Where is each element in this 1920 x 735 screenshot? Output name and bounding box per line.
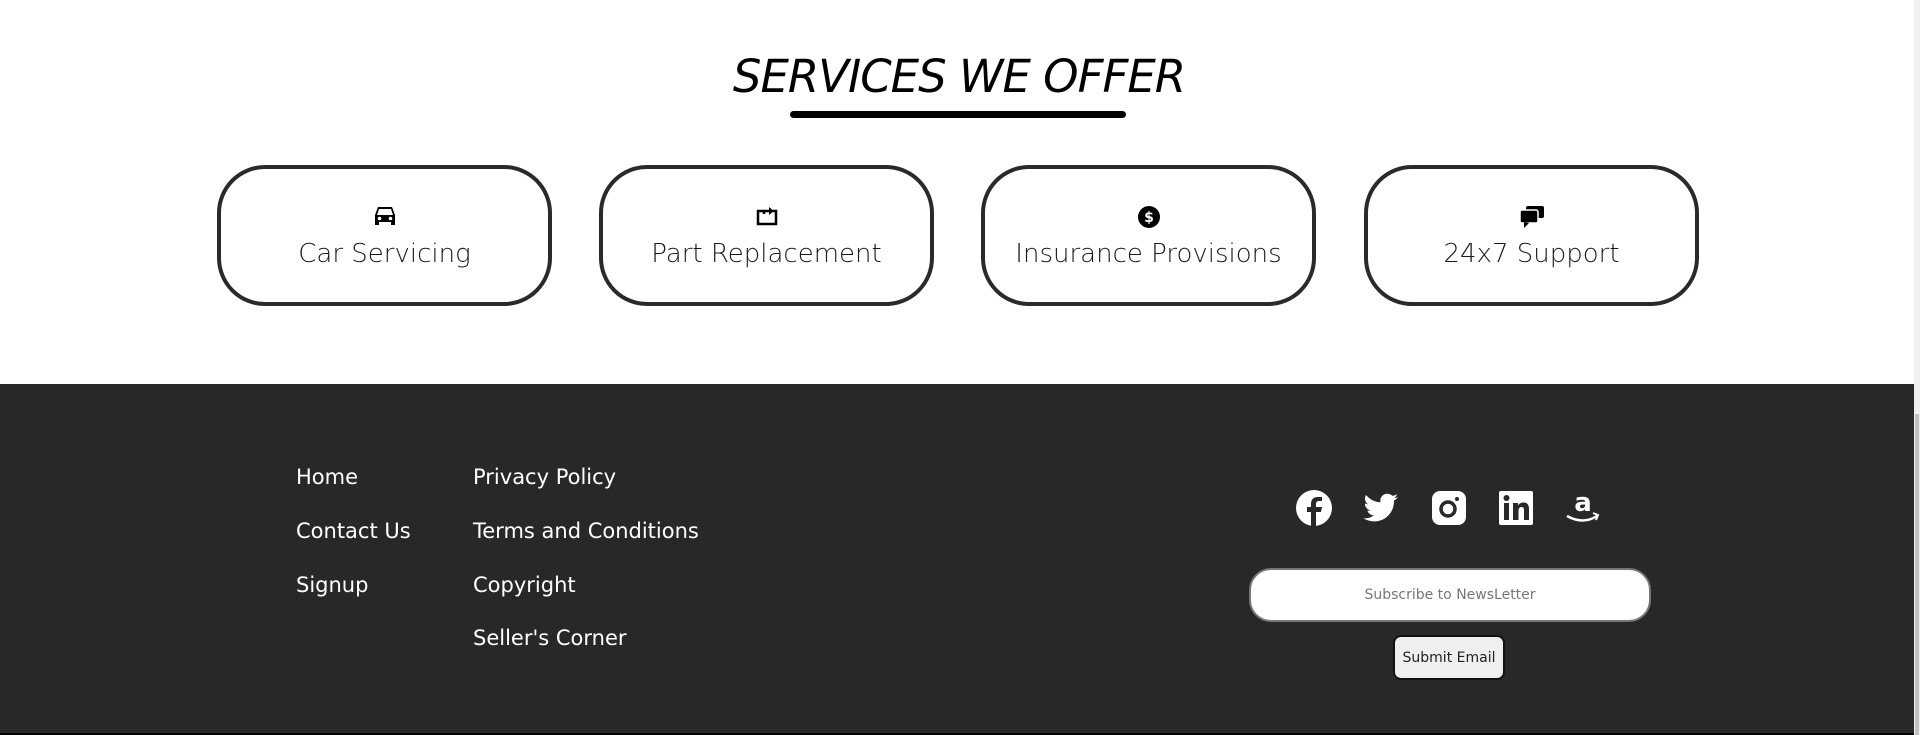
service-card-insurance-provisions[interactable]: $ Insurance Provisions <box>981 165 1316 306</box>
footer: Home Contact Us Signup Privacy Policy Te… <box>0 384 1914 733</box>
service-label: 24x7 Support <box>1443 239 1620 269</box>
service-card-part-replacement[interactable]: Part Replacement <box>599 165 934 306</box>
footer-link-contact-us[interactable]: Contact Us <box>296 519 411 543</box>
amazon-icon[interactable]: a <box>1564 489 1602 527</box>
facebook-icon[interactable] <box>1295 489 1333 527</box>
footer-link-sellers-corner[interactable]: Seller's Corner <box>473 626 627 650</box>
service-label: Car Servicing <box>298 239 471 269</box>
service-label: Part Replacement <box>651 239 882 269</box>
service-card-car-servicing[interactable]: Car Servicing <box>217 165 552 306</box>
replace-icon <box>756 207 777 226</box>
dollar-circle-icon: $ <box>1137 206 1160 228</box>
svg-text:$: $ <box>1144 210 1154 226</box>
instagram-icon[interactable] <box>1430 489 1468 527</box>
footer-link-copyright[interactable]: Copyright <box>473 573 576 597</box>
newsletter-email-input[interactable] <box>1249 568 1651 622</box>
linkedin-icon[interactable] <box>1497 489 1535 527</box>
chat-bubbles-icon <box>1518 206 1544 228</box>
twitter-icon[interactable] <box>1362 489 1400 527</box>
section-title: SERVICES WE OFFER <box>732 50 1186 103</box>
footer-link-terms[interactable]: Terms and Conditions <box>473 519 699 543</box>
car-icon <box>374 207 395 225</box>
scrollbar-thumb[interactable] <box>1915 414 1919 735</box>
svg-text:a: a <box>1574 489 1592 518</box>
submit-email-button[interactable]: Submit Email <box>1393 635 1505 680</box>
footer-link-privacy-policy[interactable]: Privacy Policy <box>473 465 616 489</box>
title-underline <box>790 111 1126 118</box>
footer-link-home[interactable]: Home <box>296 465 358 489</box>
service-card-24x7-support[interactable]: 24x7 Support <box>1364 165 1699 306</box>
footer-link-signup[interactable]: Signup <box>296 573 368 597</box>
scrollbar[interactable] <box>1914 0 1920 735</box>
service-label: Insurance Provisions <box>1015 239 1282 269</box>
